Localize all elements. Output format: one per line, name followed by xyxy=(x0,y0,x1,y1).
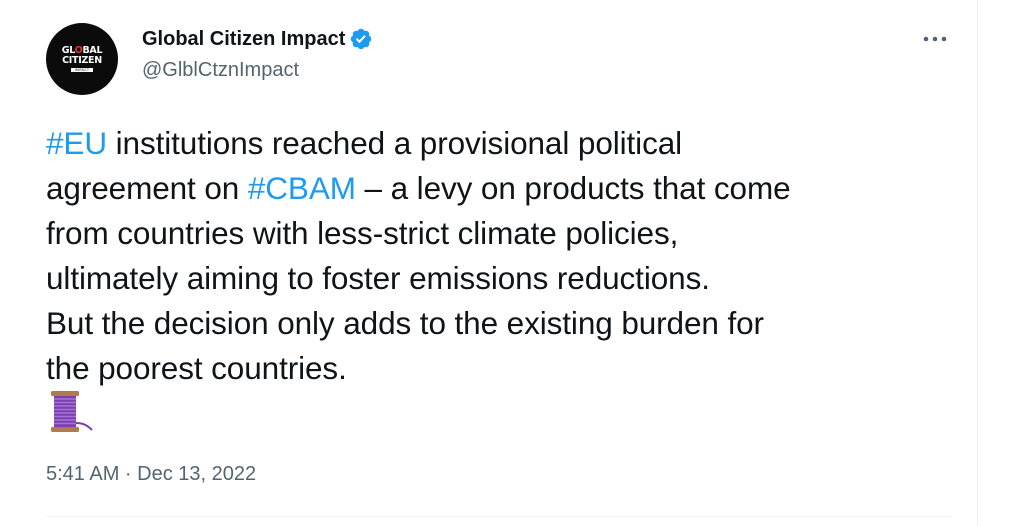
tweet-text-segment: But the decision only adds to the existi… xyxy=(46,305,764,341)
author-display-name-text: Global Citizen Impact xyxy=(142,28,346,50)
tweet-text: #EU institutions reached a provisional p… xyxy=(46,121,946,391)
tweet-text-line: the poorest countries. xyxy=(46,346,946,391)
tweet-text-line: from countries with less-strict climate … xyxy=(46,211,946,256)
hashtag-link[interactable]: #CBAM xyxy=(248,170,356,206)
tweet-card: GLOBAL CITIZEN IMPACT Global Citizen Imp… xyxy=(0,0,978,526)
tweet-timestamp[interactable]: 5:41 AM · Dec 13, 2022 xyxy=(46,460,256,488)
more-options-button[interactable] xyxy=(918,24,952,54)
divider xyxy=(46,516,952,517)
tweet-text-line: #EU institutions reached a provisional p… xyxy=(46,121,946,166)
hashtag-link[interactable]: #EU xyxy=(46,125,107,161)
tweet-text-line: But the decision only adds to the existi… xyxy=(46,301,946,346)
tweet-text-segment: – a levy on products that come xyxy=(355,170,791,206)
tweet-text-line: agreement on #CBAM – a levy on products … xyxy=(46,166,946,211)
author-handle[interactable]: @GlblCtznImpact xyxy=(142,57,299,83)
tweet-text-segment: ultimately aiming to foster emissions re… xyxy=(46,260,710,296)
verified-badge-icon xyxy=(351,28,372,50)
tweet-text-segment: institutions reached a provisional polit… xyxy=(106,125,683,161)
avatar-logo-line2: CITIZEN xyxy=(62,55,102,66)
tweet-text-segment: from countries with less-strict climate … xyxy=(46,215,679,251)
tweet-text-segment: agreement on xyxy=(46,170,248,206)
avatar-logo-sub: IMPACT xyxy=(70,68,94,72)
author-display-name[interactable]: Global Citizen Impact xyxy=(142,25,373,53)
thread-spool-icon xyxy=(51,391,93,432)
avatar[interactable]: GLOBAL CITIZEN IMPACT xyxy=(46,23,118,95)
more-options-icon xyxy=(923,36,947,42)
tweet-text-line: ultimately aiming to foster emissions re… xyxy=(46,256,946,301)
tweet-text-segment: the poorest countries. xyxy=(46,350,347,386)
